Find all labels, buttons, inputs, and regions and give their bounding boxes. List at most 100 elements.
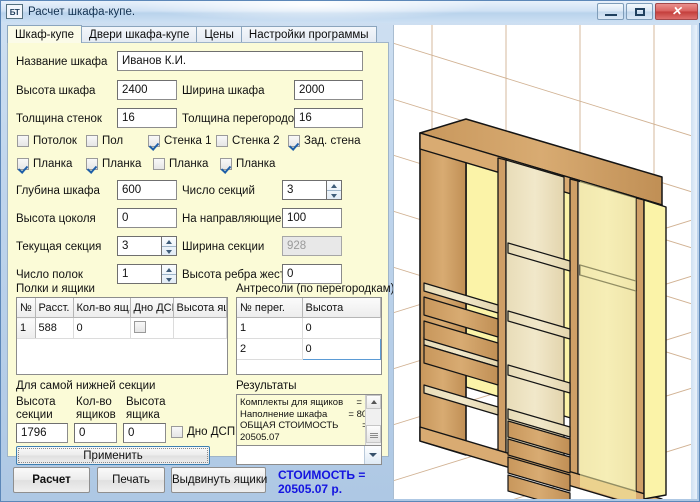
pull-drawers-button[interactable]: Выдвинуть ящики bbox=[171, 467, 267, 493]
results-text: Комплекты для ящиков = 3500 Наполнение ш… bbox=[240, 397, 381, 443]
tab-doors[interactable]: Двери шкафа-купе bbox=[81, 26, 198, 43]
checkbox-ceiling[interactable]: Потолок bbox=[17, 135, 77, 147]
wardrobe-width-input[interactable]: 2000 bbox=[294, 80, 363, 100]
checkbox-box bbox=[86, 158, 98, 170]
rib-height-input[interactable]: 0 bbox=[282, 264, 342, 284]
checkbox-box[interactable] bbox=[133, 320, 146, 333]
current-section-input[interactable]: 3 bbox=[117, 236, 161, 256]
checkbox-dsp-bottom[interactable]: Дно ДСП bbox=[171, 426, 235, 438]
lowest-drawer-count-input[interactable]: 0 bbox=[74, 423, 117, 443]
partition-thickness-input[interactable]: 16 bbox=[294, 108, 363, 128]
sections-count-input[interactable]: 3 bbox=[282, 180, 326, 200]
wardrobe-3d-svg bbox=[394, 25, 697, 499]
checkbox-wall-2[interactable]: Стенка 2 bbox=[216, 135, 279, 147]
checkbox-box bbox=[86, 135, 98, 147]
cell-dsp-bottom[interactable] bbox=[130, 317, 174, 339]
scroll-thumb[interactable] bbox=[366, 425, 381, 443]
app-window: БТ Расчет шкафа-купе. ✕ Шкаф-купе Двери … bbox=[0, 0, 700, 502]
minimize-button[interactable] bbox=[597, 3, 624, 20]
lowest-col3-line2: ящика bbox=[126, 409, 160, 421]
cell-mezzanine-height[interactable]: 0 bbox=[301, 338, 381, 360]
minimize-icon bbox=[605, 14, 617, 16]
cell-distance[interactable]: 588 bbox=[35, 317, 74, 339]
titlebar-glow bbox=[131, 1, 491, 21]
shelves-count-stepper[interactable]: 1 bbox=[117, 264, 177, 284]
table-row[interactable]: 1 0 bbox=[237, 317, 381, 339]
spin-up-icon[interactable] bbox=[327, 181, 341, 191]
mezzanine-group-title: Антресоли (по перегородкам) bbox=[236, 283, 395, 295]
tab-prices[interactable]: Цены bbox=[196, 26, 242, 43]
partition-2 bbox=[569, 178, 579, 488]
shelves-grid[interactable]: № Расст. Кол-во ящ. Дно ДСП Высота ящ. 1… bbox=[16, 297, 228, 375]
checkbox-wall-1[interactable]: Стенка 1 bbox=[148, 135, 211, 147]
table-row[interactable]: 2 0 bbox=[237, 338, 381, 360]
name-label: Название шкафа bbox=[16, 56, 108, 68]
wardrobe-name-input[interactable]: Иванов К.И. bbox=[117, 51, 363, 71]
plinth-height-label: Высота цоколя bbox=[16, 213, 96, 225]
checkbox-label: Планка bbox=[102, 158, 142, 170]
depth-input[interactable]: 600 bbox=[117, 180, 177, 200]
checkbox-label: Планка bbox=[33, 158, 73, 170]
plinth-height-input[interactable]: 0 bbox=[117, 208, 177, 228]
rails-input[interactable]: 100 bbox=[282, 208, 342, 228]
maximize-button[interactable] bbox=[626, 3, 653, 20]
checkbox-floor[interactable]: Пол bbox=[86, 135, 123, 147]
cell-drawer-count[interactable]: 0 bbox=[73, 317, 131, 339]
checkbox-back-wall[interactable]: Зад. стена bbox=[288, 135, 360, 147]
tab-settings[interactable]: Настройки программы bbox=[240, 26, 377, 43]
section-3-inner-wall bbox=[580, 181, 636, 499]
partition-thickness-label: Толщина перегородок bbox=[182, 113, 300, 125]
spin-down-icon[interactable] bbox=[162, 275, 176, 284]
cell-partition-num[interactable]: 1 bbox=[237, 317, 303, 339]
section-width-label: Ширина секции bbox=[182, 241, 265, 253]
wardrobe-3d-preview[interactable] bbox=[393, 25, 697, 499]
spin-up-icon[interactable] bbox=[162, 265, 176, 275]
wall-thickness-label: Толщина стенок bbox=[16, 113, 102, 125]
print-button[interactable]: Печать bbox=[97, 467, 165, 493]
spin-up-icon[interactable] bbox=[162, 237, 176, 247]
wall-thickness-input[interactable]: 16 bbox=[117, 108, 177, 128]
table-row[interactable]: 1 588 0 bbox=[17, 317, 227, 339]
shelves-count-label: Число полок bbox=[16, 269, 83, 281]
checkbox-plank-4[interactable]: Планка bbox=[220, 158, 275, 170]
results-title: Результаты bbox=[236, 380, 297, 392]
apply-button[interactable]: Применить bbox=[16, 446, 210, 465]
scroll-up-icon[interactable] bbox=[366, 395, 381, 409]
spin-down-icon[interactable] bbox=[327, 191, 341, 200]
checkbox-label: Потолок bbox=[33, 135, 77, 147]
lowest-drawer-height-input[interactable]: 0 bbox=[123, 423, 166, 443]
mezzanine-grid[interactable]: № перег. Высота 1 0 2 0 bbox=[236, 297, 382, 375]
sections-count-spin-buttons[interactable] bbox=[326, 180, 342, 200]
results-combobox[interactable] bbox=[236, 445, 382, 465]
shelves-count-spin-buttons[interactable] bbox=[161, 264, 177, 284]
col-partition-num: № перег. bbox=[237, 298, 303, 318]
cell-partition-num[interactable]: 2 bbox=[237, 338, 303, 360]
wardrobe-height-input[interactable]: 2400 bbox=[117, 80, 177, 100]
cell-drawer-height[interactable] bbox=[173, 317, 227, 339]
checkbox-box bbox=[216, 135, 228, 147]
cell-num: 1 bbox=[17, 317, 36, 339]
viewport-edge bbox=[691, 25, 697, 499]
spin-down-icon[interactable] bbox=[162, 247, 176, 256]
col-distance: Расст. bbox=[35, 298, 74, 318]
right-side-panel bbox=[635, 197, 645, 499]
partition-1 bbox=[497, 157, 507, 466]
depth-label: Глубина шкафа bbox=[16, 185, 100, 197]
current-section-stepper[interactable]: 3 bbox=[117, 236, 177, 256]
current-section-spin-buttons[interactable] bbox=[161, 236, 177, 256]
close-button[interactable]: ✕ bbox=[655, 3, 698, 20]
shelves-count-input[interactable]: 1 bbox=[117, 264, 161, 284]
col-drawer-height: Высота ящ. bbox=[173, 298, 227, 318]
height-label: Высота шкафа bbox=[16, 85, 96, 97]
cell-mezzanine-height[interactable]: 0 bbox=[302, 317, 381, 339]
lowest-section-height-input[interactable]: 1796 bbox=[16, 423, 68, 443]
tab-wardrobe[interactable]: Шкаф-купе bbox=[7, 25, 83, 43]
checkbox-plank-2[interactable]: Планка bbox=[86, 158, 141, 170]
chevron-down-icon[interactable] bbox=[364, 446, 381, 464]
sections-count-stepper[interactable]: 3 bbox=[282, 180, 342, 200]
checkbox-label: Зад. стена bbox=[304, 135, 361, 147]
checkbox-plank-3[interactable]: Планка bbox=[153, 158, 208, 170]
checkbox-plank-1[interactable]: Планка bbox=[17, 158, 72, 170]
calculate-button[interactable]: Расчет bbox=[13, 467, 90, 493]
checkbox-box bbox=[288, 135, 300, 147]
